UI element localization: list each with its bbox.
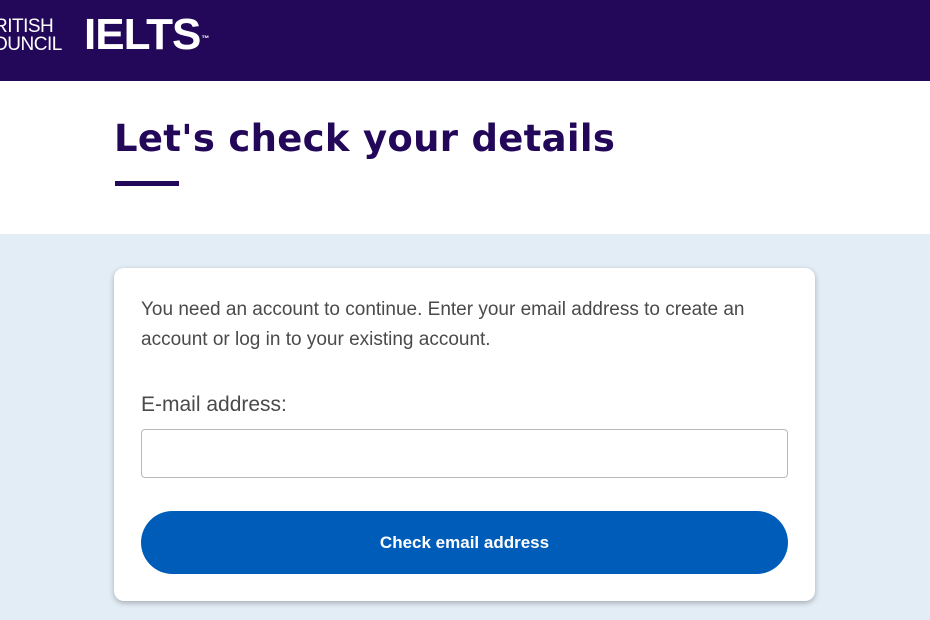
british-council-logo[interactable]: RITISH OUNCIL bbox=[0, 17, 62, 53]
trademark-symbol: ™ bbox=[201, 34, 210, 43]
check-email-button[interactable]: Check email address bbox=[141, 511, 788, 574]
title-section: Let's check your details bbox=[0, 81, 930, 234]
title-underline bbox=[115, 181, 179, 186]
ielts-logo[interactable]: IELTS™ bbox=[84, 11, 209, 59]
intro-text: You need an account to continue. Enter y… bbox=[141, 299, 745, 350]
ielts-logo-text: IELTS bbox=[84, 10, 201, 59]
site-header: RITISH OUNCIL IELTS™ bbox=[0, 0, 930, 81]
british-council-logo-line1: RITISH bbox=[0, 17, 54, 35]
british-council-logo-line2: OUNCIL bbox=[0, 35, 62, 53]
page-title: Let's check your details bbox=[114, 117, 616, 160]
email-input[interactable] bbox=[141, 429, 788, 478]
email-label: E-mail address: bbox=[141, 393, 287, 416]
account-check-card: You need an account to continue. Enter y… bbox=[114, 268, 815, 601]
